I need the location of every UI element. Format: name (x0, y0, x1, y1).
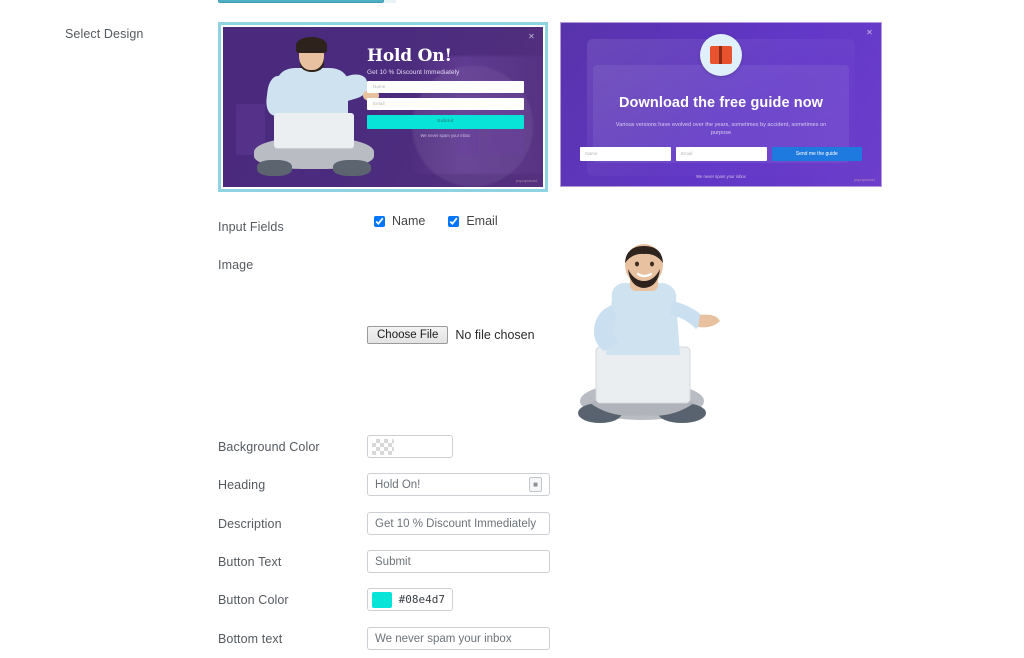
close-icon[interactable]: ✕ (527, 32, 536, 41)
button-text-input[interactable]: Submit (367, 550, 550, 573)
image-file-upload: Choose File No file chosen (367, 326, 535, 344)
design-option-2[interactable]: Download the free guide now Various vers… (560, 22, 882, 187)
design-1-description: Get 10 % Discount Immediately (367, 68, 460, 76)
description-input[interactable]: Get 10 % Discount Immediately (367, 512, 550, 535)
button-text-value: Submit (375, 555, 411, 568)
design-2-submit-button[interactable]: Send me the guide (771, 146, 862, 161)
top-cut-off-element[interactable] (218, 0, 384, 3)
description-value: Get 10 % Discount Immediately (375, 517, 537, 530)
design-1-bottom-text: We never spam your inbox (420, 132, 471, 138)
bottom-text-input[interactable]: We never spam your inbox (367, 627, 550, 650)
design-option-1[interactable]: Hold On! Get 10 % Discount Immediately N… (218, 22, 548, 192)
heading-input[interactable]: Hold On! ■ (367, 473, 550, 496)
design-2-watermark: popupsmart (853, 177, 875, 182)
design-2-form-row: Name Email Send me the guide (580, 146, 862, 161)
design-1-submit-button[interactable]: Submit (367, 114, 524, 129)
file-status-text: No file chosen (455, 328, 535, 342)
select-design-label: Select Design (65, 27, 144, 41)
design-2-email-input[interactable]: Email (675, 146, 767, 161)
input-fields-label: Input Fields (218, 220, 284, 234)
open-book-icon (700, 34, 742, 77)
name-checkbox[interactable] (374, 215, 385, 227)
design-2-description: Various versions have evolved over the y… (615, 121, 827, 137)
bottom-text-value: We never spam your inbox (375, 632, 512, 645)
design-2-name-input[interactable]: Name (580, 146, 671, 161)
popup-design-settings-page: Select Design Hold On! Get 10 % Discount… (0, 0, 1024, 658)
choose-file-button[interactable]: Choose File (367, 326, 449, 344)
bottom-text-label: Bottom text (218, 632, 283, 646)
button-color-label: Button Color (218, 593, 289, 607)
email-checkbox-label: Email (466, 214, 498, 228)
button-color-swatch-icon (372, 591, 392, 608)
design-1-person-illustration (239, 36, 386, 184)
image-preview (560, 243, 725, 425)
name-checkbox-label: Name (392, 214, 426, 228)
button-text-label: Button Text (218, 555, 282, 569)
design-2-heading: Download the free guide now (618, 94, 824, 111)
transparent-swatch-icon (372, 438, 394, 455)
input-fields-checkbox-group: Name Email (374, 214, 498, 228)
design-1-email-input[interactable]: Email (367, 97, 524, 110)
close-icon[interactable]: ✕ (865, 28, 874, 37)
emoji-picker-icon[interactable]: ■ (529, 477, 542, 492)
design-1-heading: Hold On! (367, 45, 452, 66)
image-label: Image (218, 258, 254, 272)
design-1-content: Hold On! Get 10 % Discount Immediately N… (367, 45, 524, 138)
heading-label: Heading (218, 478, 266, 492)
description-label: Description (218, 517, 282, 531)
person-with-laptop-photo (578, 244, 720, 423)
heading-value: Hold On! (375, 478, 421, 491)
design-1-watermark: popupsmart (515, 178, 537, 183)
top-cut-off-decoration (384, 0, 396, 3)
email-checkbox[interactable] (448, 215, 460, 227)
button-color-value: #08e4d7 (398, 593, 445, 606)
background-color-label: Background Color (218, 440, 320, 454)
design-2-bottom-text: We never spam your inbox (696, 174, 746, 179)
background-color-input[interactable] (367, 435, 453, 458)
design-1-name-input[interactable]: Name (367, 80, 524, 93)
button-color-input[interactable]: #08e4d7 (367, 588, 453, 611)
